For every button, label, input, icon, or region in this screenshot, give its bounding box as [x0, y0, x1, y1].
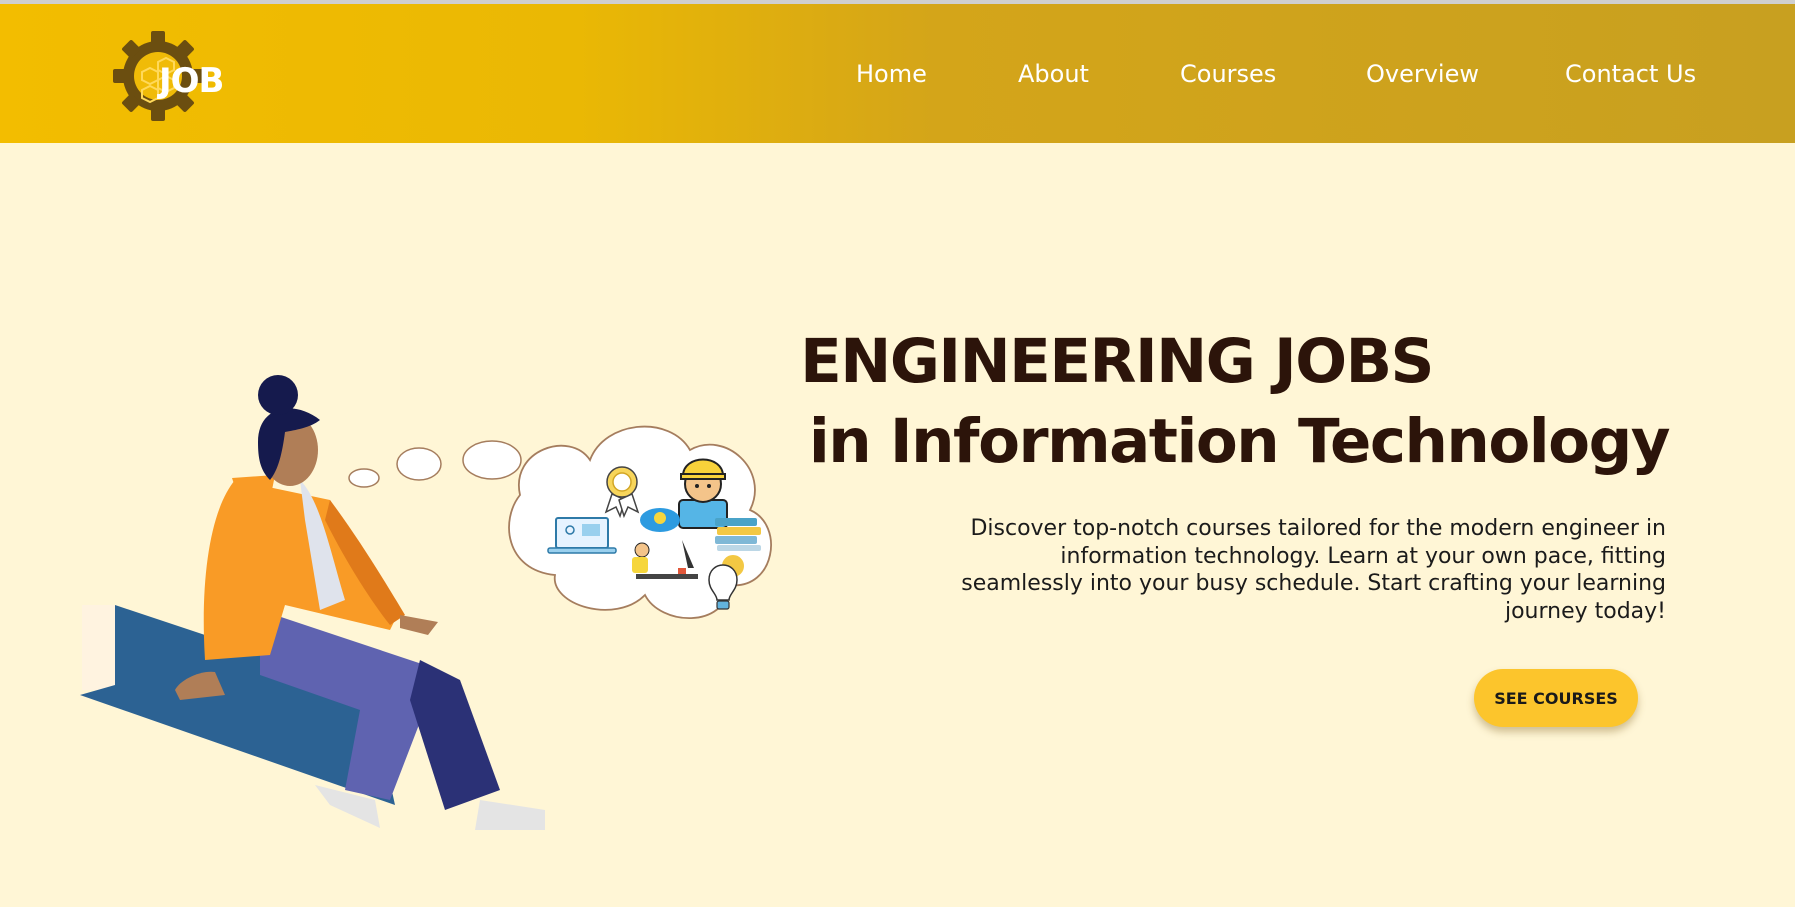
main-nav: Home About Courses Overview Contact Us — [0, 60, 1795, 100]
leg-back — [410, 660, 500, 810]
hero-title: ENGINEERING JOBS in Information Technolo… — [800, 322, 1671, 482]
hero-illustration — [80, 375, 772, 830]
nav-overview[interactable]: Overview — [1366, 60, 1479, 88]
nav-about[interactable]: About — [1018, 60, 1089, 88]
nav-courses[interactable]: Courses — [1180, 60, 1276, 88]
bench-end — [82, 605, 115, 690]
hero-title-line1: ENGINEERING JOBS — [800, 326, 1434, 397]
laptop-icon — [547, 517, 617, 554]
nav-contact-us[interactable]: Contact Us — [1565, 60, 1696, 88]
badge-icon — [604, 466, 640, 519]
books-icon — [715, 518, 761, 551]
hand-right — [400, 615, 438, 635]
nav-home[interactable]: Home — [856, 60, 927, 88]
site-header: JOB Home About Courses Overview Contact … — [0, 4, 1795, 143]
hero-description: Discover top-notch courses tailored for … — [961, 516, 1666, 624]
hero-title-line2: in Information Technology — [808, 406, 1671, 477]
see-courses-button[interactable]: SEE COURSES — [1474, 669, 1638, 727]
